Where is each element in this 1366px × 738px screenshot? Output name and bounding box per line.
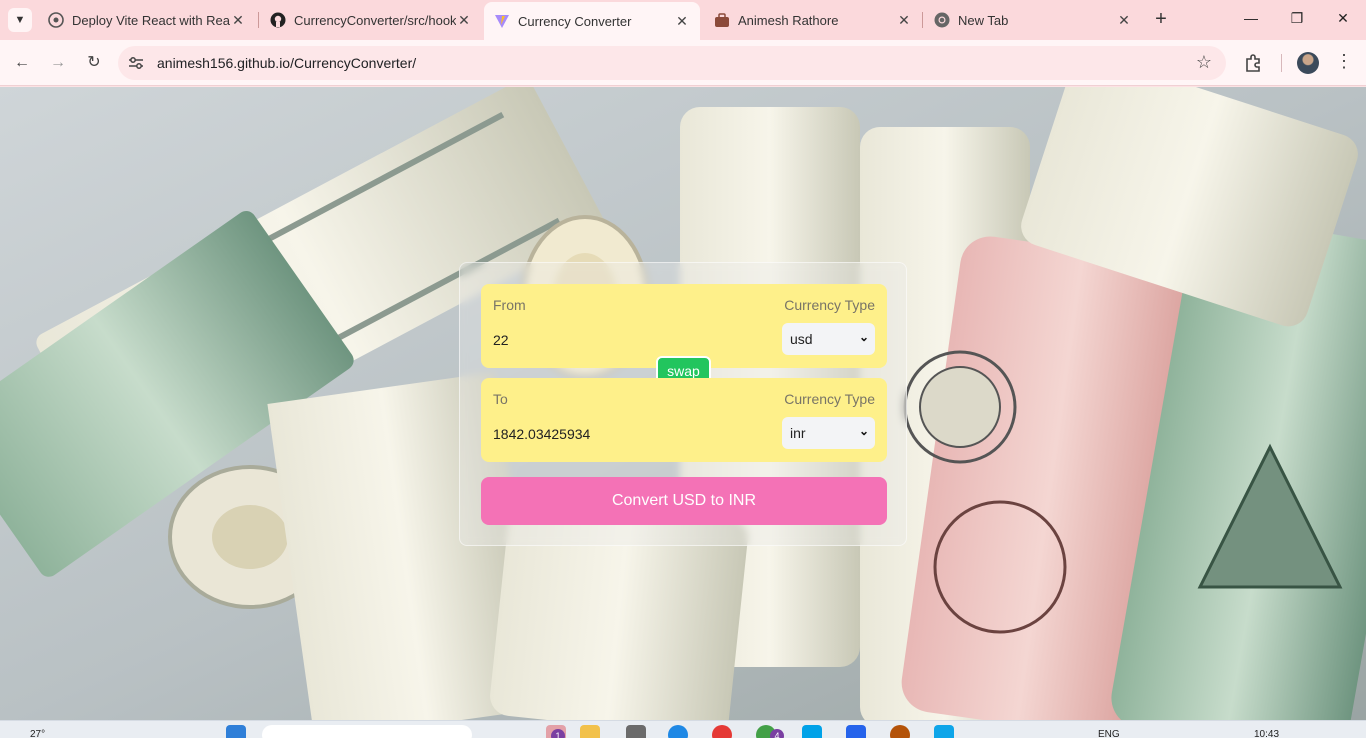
close-tab-icon[interactable]: ✕ — [896, 12, 912, 29]
to-currency-type-label: Currency Type — [784, 391, 875, 407]
tab-separator — [258, 12, 259, 28]
taskbar-app-icon[interactable] — [890, 725, 910, 738]
notification-badge: 4 — [770, 729, 784, 738]
tab-animesh-rathore[interactable]: Animesh Rathore ✕ — [704, 4, 922, 36]
tab-title: CurrencyConverter/src/hook — [294, 12, 456, 28]
from-label: From — [493, 297, 526, 313]
edge-icon[interactable] — [668, 725, 688, 738]
url-text[interactable]: animesh156.github.io/CurrencyConverter/ — [157, 55, 416, 71]
forward-icon[interactable]: → — [48, 53, 68, 73]
address-bar[interactable]: animesh156.github.io/CurrencyConverter/ … — [118, 46, 1226, 80]
close-window-icon[interactable]: ✕ — [1333, 10, 1353, 27]
to-label: To — [493, 391, 508, 407]
clock-time[interactable]: 10:43 — [1254, 729, 1279, 738]
close-tab-icon[interactable]: ✕ — [456, 12, 472, 29]
to-currency-value: inr — [790, 425, 806, 441]
tab-currency-converter[interactable]: Currency Converter ✕ — [484, 2, 700, 40]
from-currency-select[interactable]: usd ⌄ — [782, 323, 875, 355]
back-icon[interactable]: ← — [12, 53, 32, 73]
from-currency-value: usd — [790, 331, 813, 347]
chevron-down-icon: ⌄ — [858, 424, 869, 438]
reload-icon[interactable]: ↻ — [84, 53, 104, 73]
page-viewport: From Currency Type usd ⌄ swap To Currenc… — [0, 87, 1366, 720]
tab-new-tab[interactable]: New Tab ✕ — [924, 4, 1142, 36]
close-tab-icon[interactable]: ✕ — [674, 13, 690, 30]
vite-icon — [494, 13, 510, 29]
bookmark-star-icon[interactable]: ☆ — [1196, 52, 1212, 73]
tab-strip: ▼ Deploy Vite React with React ✕ Currenc… — [0, 0, 1366, 40]
new-tab-button[interactable]: + — [1150, 9, 1172, 31]
toolbar-separator — [1281, 54, 1282, 72]
to-currency-select[interactable]: inr ⌄ — [782, 417, 875, 449]
from-amount-input[interactable] — [493, 328, 743, 352]
profile-avatar[interactable] — [1297, 52, 1319, 74]
chrome-icon — [934, 12, 950, 28]
tab-title: Currency Converter — [518, 13, 632, 29]
language-indicator[interactable]: ENG — [1098, 729, 1120, 738]
tab-title: Animesh Rathore — [738, 12, 839, 28]
converter-card: From Currency Type usd ⌄ swap To Currenc… — [459, 262, 907, 546]
notification-badge: 1 — [551, 729, 565, 738]
extensions-icon[interactable] — [1244, 53, 1264, 73]
restore-icon[interactable]: ❐ — [1287, 10, 1307, 27]
windows-start-icon[interactable] — [226, 725, 246, 738]
menu-dots-icon[interactable]: ⋮ — [1335, 51, 1353, 72]
file-explorer-icon[interactable] — [580, 725, 600, 738]
weather-temp[interactable]: 27° — [30, 729, 45, 738]
chrome-taskbar-icon[interactable] — [712, 725, 732, 738]
taskbar-app-icon[interactable] — [626, 725, 646, 738]
vscode-icon[interactable] — [846, 725, 866, 738]
to-amount-input[interactable] — [493, 422, 743, 446]
tab-github[interactable]: CurrencyConverter/src/hook ✕ — [260, 4, 482, 36]
github-icon — [270, 12, 286, 28]
to-box: To Currency Type inr ⌄ — [481, 378, 887, 462]
taskbar-app-icon[interactable] — [934, 725, 954, 738]
from-currency-type-label: Currency Type — [784, 297, 875, 313]
tab-search-button[interactable]: ▼ — [8, 8, 32, 32]
minimize-icon[interactable]: — — [1241, 10, 1261, 26]
taskbar-app-icon[interactable] — [802, 725, 822, 738]
convert-button[interactable]: Convert USD to INR — [481, 477, 887, 525]
chevron-down-icon: ▼ — [14, 14, 26, 26]
briefcase-icon — [714, 12, 730, 28]
browser-toolbar: ← → ↻ animesh156.github.io/CurrencyConve… — [0, 40, 1366, 86]
tab-deploy-vite[interactable]: Deploy Vite React with React ✕ — [38, 4, 256, 36]
close-tab-icon[interactable]: ✕ — [1116, 12, 1132, 29]
windows-taskbar: 27° 1 4 ENG 10:43 — [0, 720, 1366, 738]
bubble-icon — [48, 12, 64, 28]
site-info-icon[interactable] — [128, 55, 144, 71]
tab-title: Deploy Vite React with React — [72, 12, 230, 28]
close-tab-icon[interactable]: ✕ — [230, 12, 246, 29]
tab-title: New Tab — [958, 12, 1009, 28]
taskbar-search-box[interactable] — [262, 725, 472, 738]
chevron-down-icon: ⌄ — [858, 330, 869, 344]
tab-separator — [922, 12, 923, 28]
